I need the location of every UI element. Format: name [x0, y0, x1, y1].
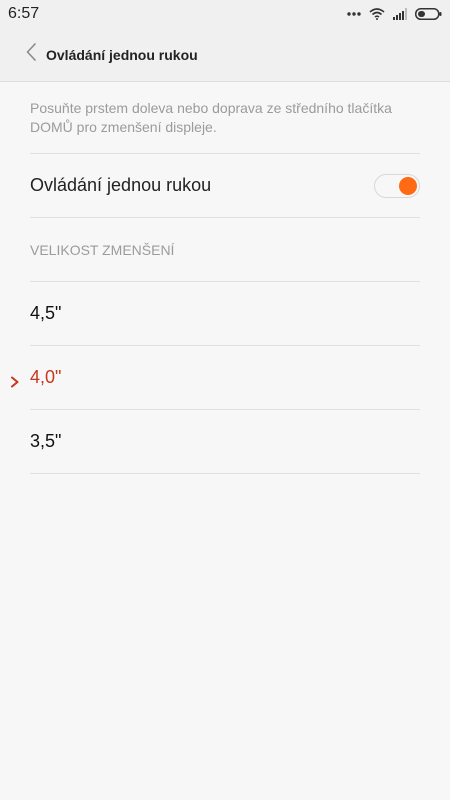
more-dots-icon — [347, 11, 361, 17]
size-option-3-5[interactable]: 3,5" — [30, 410, 420, 474]
battery-icon — [415, 8, 442, 20]
size-option-label: 4,0" — [30, 367, 62, 387]
size-option-label: 3,5" — [30, 431, 62, 451]
one-hand-mode-row[interactable]: Ovládání jednou rukou — [30, 154, 420, 218]
settings-content: Posuňte prstem doleva nebo doprava ze st… — [0, 82, 450, 474]
one-hand-mode-label: Ovládání jednou rukou — [30, 175, 212, 195]
status-icons — [347, 8, 442, 20]
one-hand-mode-switch[interactable] — [374, 173, 420, 198]
status-time: 6:57 — [8, 5, 40, 22]
description-text: Posuňte prstem doleva nebo doprava ze st… — [30, 82, 420, 154]
switch-knob — [399, 176, 417, 195]
status-bar: 6:57 — [0, 0, 450, 28]
size-section-header: VELIKOST ZMENŠENÍ — [30, 218, 420, 282]
size-option-label: 4,5" — [30, 303, 62, 323]
page-title: Ovládání jednou rukou — [46, 46, 198, 63]
chevron-left-icon — [26, 43, 36, 66]
back-button[interactable] — [0, 28, 40, 82]
size-option-4-0[interactable]: 4,0" — [11, 346, 420, 410]
title-bar: Ovládání jednou rukou — [0, 28, 450, 82]
wifi-icon — [369, 8, 385, 20]
signal-icon — [393, 8, 407, 20]
size-option-4-5[interactable]: 4,5" — [30, 282, 420, 346]
chevron-right-icon — [10, 372, 20, 387]
